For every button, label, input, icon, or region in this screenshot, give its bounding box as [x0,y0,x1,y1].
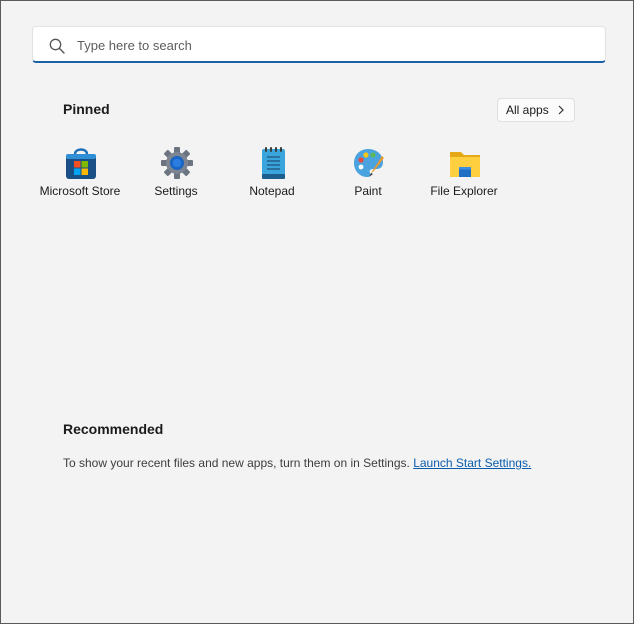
all-apps-button[interactable]: All apps [497,98,575,122]
pinned-app-notepad[interactable]: Notepad [226,143,318,203]
settings-gear-icon [161,147,193,179]
microsoft-store-icon [66,148,96,179]
pinned-app-settings[interactable]: Settings [130,143,222,203]
paint-palette-icon [354,149,384,177]
folder-icon [450,152,480,177]
chevron-right-icon [558,105,564,115]
pinned-app-paint[interactable]: Paint [322,143,414,203]
all-apps-label: All apps [506,103,549,117]
pinned-app-microsoft-store[interactable]: Microsoft Store [34,143,126,203]
launch-start-settings-link[interactable]: Launch Start Settings. [413,456,531,470]
recommended-message: To show your recent files and new apps, … [63,456,410,470]
recommended-title: Recommended [63,421,164,437]
search-input[interactable] [75,27,579,64]
search-icon [49,38,65,54]
search-box[interactable] [32,26,606,64]
recommended-message-row: To show your recent files and new apps, … [63,456,531,470]
pinned-title: Pinned [63,101,110,117]
app-label: File Explorer [430,184,498,198]
start-menu-panel: Pinned All apps Microsoft Store [0,0,634,624]
notepad-icon [262,147,285,179]
pinned-app-file-explorer[interactable]: File Explorer [418,143,510,203]
